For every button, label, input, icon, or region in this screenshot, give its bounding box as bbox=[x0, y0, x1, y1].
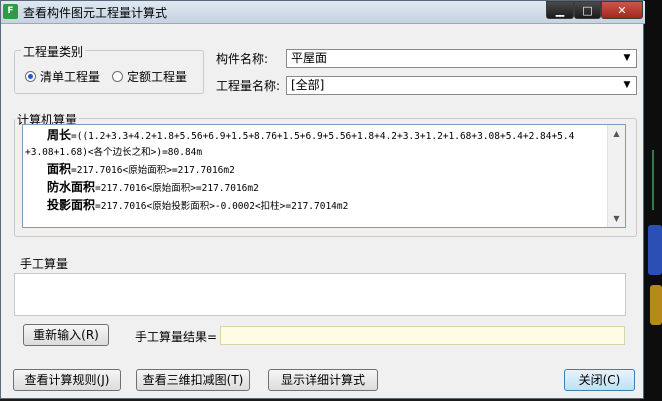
app-icon: F bbox=[3, 4, 18, 19]
quantity-type-legend: 工程量类别 bbox=[21, 43, 86, 60]
calc-line-name: 防水面积 bbox=[47, 180, 96, 194]
calc-line-expr: =217.7016<原始面积>=217.7016m2 bbox=[95, 183, 259, 194]
radio-bill-label: 清单工程量 bbox=[40, 70, 101, 84]
background-shape bbox=[648, 225, 662, 275]
radio-quota-label: 定额工程量 bbox=[127, 70, 188, 84]
radio-bill-quantity[interactable]: 清单工程量 bbox=[25, 68, 100, 85]
calc-line: 防水面积=217.7016<原始面积>=217.7016m2 bbox=[25, 179, 607, 197]
show-detail-button[interactable]: 显示详细计算式 bbox=[268, 369, 378, 391]
calc-line-name: 投影面积 bbox=[47, 198, 96, 212]
calc-line-expr: =217.7016<原始面积>=217.7016m2 bbox=[71, 165, 235, 176]
component-name-select[interactable]: 平屋面 ▼ bbox=[286, 49, 637, 68]
calc-line: 周长=((1.2+3.3+4.2+1.8+5.56+6.9+1.5+8.76+1… bbox=[25, 127, 607, 145]
close-button[interactable]: 关闭(C) bbox=[564, 369, 635, 391]
maximize-button[interactable]: □ bbox=[574, 1, 601, 19]
calc-line-expr: =217.7016<原始投影面积>-0.0002<扣柱>=217.7014m2 bbox=[95, 201, 349, 212]
close-window-button[interactable]: ✕ bbox=[601, 1, 643, 19]
radio-quota-quantity[interactable]: 定额工程量 bbox=[112, 68, 187, 85]
calc-line-expr: +3.08+1.68)<各个边长之和>)=80.84m bbox=[25, 147, 203, 158]
calc-line-name: 面积 bbox=[47, 162, 72, 176]
manual-calc-textarea[interactable] bbox=[14, 273, 626, 316]
minimize-button[interactable]: ▁ bbox=[546, 1, 574, 19]
chevron-down-icon: ▼ bbox=[623, 53, 631, 63]
component-name-value: 平屋面 bbox=[291, 51, 328, 65]
manual-calc-legend: 手工算量 bbox=[20, 257, 69, 271]
reinput-button[interactable]: 重新输入(R) bbox=[23, 324, 109, 346]
view-rules-button[interactable]: 查看计算规则(J) bbox=[13, 369, 121, 391]
window-title: 查看构件图元工程量计算式 bbox=[23, 6, 168, 20]
calc-line-name: 周长 bbox=[47, 128, 72, 142]
calc-line: 面积=217.7016<原始面积>=217.7016m2 bbox=[25, 161, 607, 179]
scroll-down-icon[interactable]: ▼ bbox=[608, 210, 625, 227]
calc-formula-textarea[interactable]: 周长=((1.2+3.3+4.2+1.8+5.56+6.9+1.5+8.76+1… bbox=[22, 124, 626, 228]
radio-selected-icon bbox=[25, 71, 36, 82]
manual-result-field[interactable] bbox=[220, 326, 625, 345]
view-3d-button[interactable]: 查看三维扣减图(T) bbox=[136, 369, 250, 391]
quantity-name-value: [全部] bbox=[291, 78, 325, 92]
background-line bbox=[652, 150, 654, 210]
radio-unselected-icon bbox=[112, 71, 123, 82]
vertical-scrollbar[interactable]: ▲ ▼ bbox=[607, 125, 625, 227]
quantity-name-label: 工程量名称: bbox=[216, 79, 281, 93]
dialog-window: F 查看构件图元工程量计算式 ▁ □ ✕ 工程量类别 清单工程量 定额工程量 构… bbox=[0, 0, 645, 399]
component-name-label: 构件名称: bbox=[216, 52, 269, 66]
manual-result-label: 手工算量结果= bbox=[135, 330, 218, 344]
calc-line: +3.08+1.68)<各个边长之和>)=80.84m bbox=[25, 145, 607, 161]
calc-line: 投影面积=217.7016<原始投影面积>-0.0002<扣柱>=217.701… bbox=[25, 197, 607, 215]
background-shape bbox=[650, 285, 662, 325]
scroll-up-icon[interactable]: ▲ bbox=[608, 125, 625, 142]
quantity-name-select[interactable]: [全部] ▼ bbox=[286, 76, 637, 95]
title-bar[interactable]: F 查看构件图元工程量计算式 ▁ □ ✕ bbox=[1, 1, 645, 24]
calc-line-expr: =((1.2+3.3+4.2+1.8+5.56+6.9+1.5+8.76+1.5… bbox=[71, 131, 575, 142]
chevron-down-icon: ▼ bbox=[623, 80, 631, 90]
